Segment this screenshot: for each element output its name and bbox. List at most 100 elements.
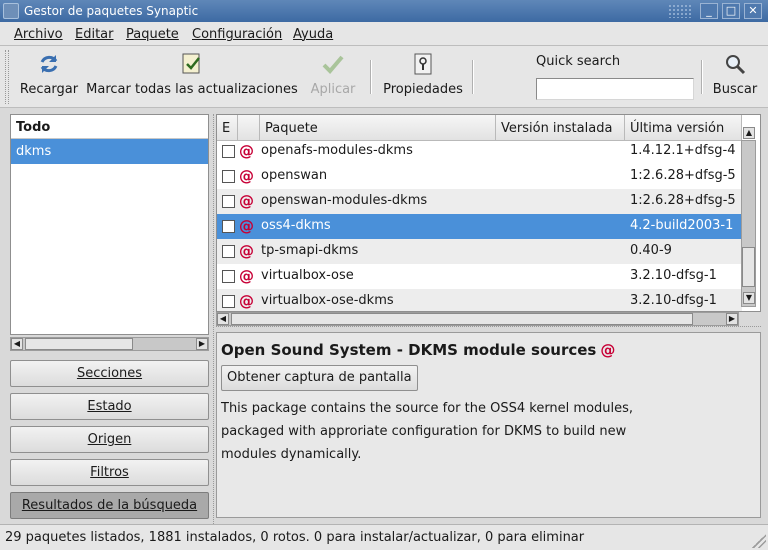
mark-all-upgrades-label: Marcar todas las actualizaciones xyxy=(86,82,298,97)
menu-paquete[interactable]: Paquete xyxy=(126,27,179,42)
pane-splitter[interactable] xyxy=(213,114,215,534)
sidebar-item-dkms[interactable]: dkms xyxy=(11,139,208,164)
close-button[interactable]: ✕ xyxy=(744,3,762,19)
package-name: openswan xyxy=(261,168,328,183)
get-screenshot-button[interactable]: Obtener captura de pantalla xyxy=(221,365,418,391)
title-bar: Gestor de paquetes Synaptic _ □ ✕ xyxy=(0,0,768,22)
status-text: 29 paquetes listados, 1881 instalados, 0… xyxy=(5,530,585,545)
reload-label: Recargar xyxy=(19,82,79,97)
resize-grip-icon[interactable] xyxy=(752,534,766,548)
apply-label: Aplicar xyxy=(310,82,356,97)
origin-button[interactable]: Origen xyxy=(10,426,209,453)
package-table-horizontal-scrollbar[interactable]: ◀ ▶ xyxy=(216,312,739,326)
scroll-thumb[interactable] xyxy=(742,247,755,287)
package-table-vertical-scrollbar[interactable]: ▲ ▼ xyxy=(741,127,756,307)
package-details: Open Sound System - DKMS module sources @… xyxy=(216,332,761,518)
scroll-thumb[interactable] xyxy=(231,313,693,325)
latest-version: 1:2.6.28+dfsg-5 xyxy=(630,193,736,208)
latest-version: 1:2.6.28+dfsg-5 xyxy=(630,168,736,183)
mark-all-upgrades-button[interactable]: Marcar todas las actualizaciones xyxy=(86,50,298,104)
table-row[interactable]: @ openswan 1:2.6.28+dfsg-5 xyxy=(217,164,742,189)
package-name: oss4-dkms xyxy=(261,218,331,233)
minimize-button[interactable]: _ xyxy=(700,3,718,19)
debian-swirl-icon: @ xyxy=(239,292,254,310)
debian-swirl-icon: @ xyxy=(239,167,254,185)
package-checkbox[interactable] xyxy=(222,245,235,258)
toolbar-handle[interactable] xyxy=(5,50,9,104)
column-installed-version[interactable]: Versión instalada xyxy=(496,115,625,141)
package-checkbox[interactable] xyxy=(222,270,235,283)
package-checkbox[interactable] xyxy=(222,295,235,308)
apply-button[interactable]: Aplicar xyxy=(306,50,360,104)
filters-button[interactable]: Filtros xyxy=(10,459,209,486)
debian-swirl-icon: @ xyxy=(239,192,254,210)
search-label: Buscar xyxy=(712,82,758,97)
window-title: Gestor de paquetes Synaptic xyxy=(24,4,199,18)
quick-search-label: Quick search xyxy=(536,54,621,69)
column-package[interactable]: Paquete xyxy=(260,115,496,141)
sidebar-list: Todo dkms xyxy=(10,114,209,335)
synaptic-app-icon xyxy=(3,3,19,19)
scroll-right-icon[interactable]: ▶ xyxy=(726,313,738,325)
status-button[interactable]: Estado xyxy=(10,393,209,420)
scroll-down-icon[interactable]: ▼ xyxy=(743,292,755,304)
latest-version: 4.2-build2003-1 xyxy=(630,218,734,233)
titlebar-grip xyxy=(668,4,692,18)
package-name: virtualbox-ose-dkms xyxy=(261,293,394,308)
toolbar: Recargar Marcar todas las actualizacione… xyxy=(0,46,768,108)
toolbar-separator xyxy=(701,60,703,94)
sidebar-header[interactable]: Todo xyxy=(11,115,208,139)
sidebar-horizontal-scrollbar[interactable]: ◀ ▶ xyxy=(10,337,209,351)
package-description: This package contains the source for the… xyxy=(221,401,634,462)
properties-label: Propiedades xyxy=(383,82,463,97)
scroll-thumb[interactable] xyxy=(25,338,133,350)
column-support-icon[interactable] xyxy=(238,115,260,141)
toolbar-separator xyxy=(472,60,474,94)
status-bar: 29 paquetes listados, 1881 instalados, 0… xyxy=(0,524,768,550)
debian-swirl-icon: @ xyxy=(239,142,254,160)
table-row[interactable]: @ virtualbox-ose-dkms 3.2.10-dfsg-1 xyxy=(217,289,742,311)
toolbar-separator xyxy=(370,60,372,94)
search-results-button[interactable]: Resultados de la búsqueda xyxy=(10,492,209,519)
quick-search-input[interactable] xyxy=(536,78,694,100)
debian-swirl-icon: @ xyxy=(239,217,254,235)
scroll-left-icon[interactable]: ◀ xyxy=(11,338,23,350)
package-checkbox[interactable] xyxy=(222,170,235,183)
scroll-right-icon[interactable]: ▶ xyxy=(196,338,208,350)
mark-upgrades-icon xyxy=(180,52,204,76)
package-checkbox[interactable] xyxy=(222,220,235,233)
scroll-up-icon[interactable]: ▲ xyxy=(743,127,755,139)
search-button[interactable]: Buscar xyxy=(708,50,762,104)
reload-button[interactable]: Recargar xyxy=(18,50,80,104)
table-row[interactable]: @ tp-smapi-dkms 0.40-9 xyxy=(217,239,742,264)
maximize-button[interactable]: □ xyxy=(722,3,740,19)
apply-check-icon xyxy=(321,52,345,76)
reload-icon xyxy=(37,52,61,76)
search-icon xyxy=(723,52,747,76)
package-table: E Paquete Versión instalada Última versi… xyxy=(216,114,761,312)
column-status[interactable]: E xyxy=(217,115,238,141)
scroll-left-icon[interactable]: ◀ xyxy=(217,313,229,325)
debian-swirl-icon: @ xyxy=(239,242,254,260)
table-row-selected[interactable]: @ oss4-dkms 4.2-build2003-1 xyxy=(217,214,742,239)
properties-icon xyxy=(411,52,435,76)
package-name: virtualbox-ose xyxy=(261,268,354,283)
table-row[interactable]: @ virtualbox-ose 3.2.10-dfsg-1 xyxy=(217,264,742,289)
package-title: Open Sound System - DKMS module sources @ xyxy=(221,341,616,359)
sections-button[interactable]: Secciones xyxy=(10,360,209,387)
menu-editar[interactable]: Editar xyxy=(75,27,114,42)
properties-button[interactable]: Propiedades xyxy=(380,50,466,104)
menu-bar: Archivo Editar Paquete Configuración Ayu… xyxy=(0,22,768,46)
latest-version: 1.4.12.1+dfsg-4 xyxy=(630,143,736,158)
package-checkbox[interactable] xyxy=(222,195,235,208)
package-checkbox[interactable] xyxy=(222,145,235,158)
menu-archivo[interactable]: Archivo xyxy=(14,27,63,42)
table-row[interactable]: @ openafs-modules-dkms 1.4.12.1+dfsg-4 xyxy=(217,139,742,164)
menu-ayuda[interactable]: Ayuda xyxy=(293,27,333,42)
column-latest-version[interactable]: Última versión xyxy=(625,115,742,141)
table-row[interactable]: @ openswan-modules-dkms 1:2.6.28+dfsg-5 xyxy=(217,189,742,214)
menu-configuracion[interactable]: Configuración xyxy=(192,27,282,42)
pane-splitter-horizontal[interactable] xyxy=(216,326,761,329)
debian-swirl-icon: @ xyxy=(239,267,254,285)
latest-version: 3.2.10-dfsg-1 xyxy=(630,268,717,283)
